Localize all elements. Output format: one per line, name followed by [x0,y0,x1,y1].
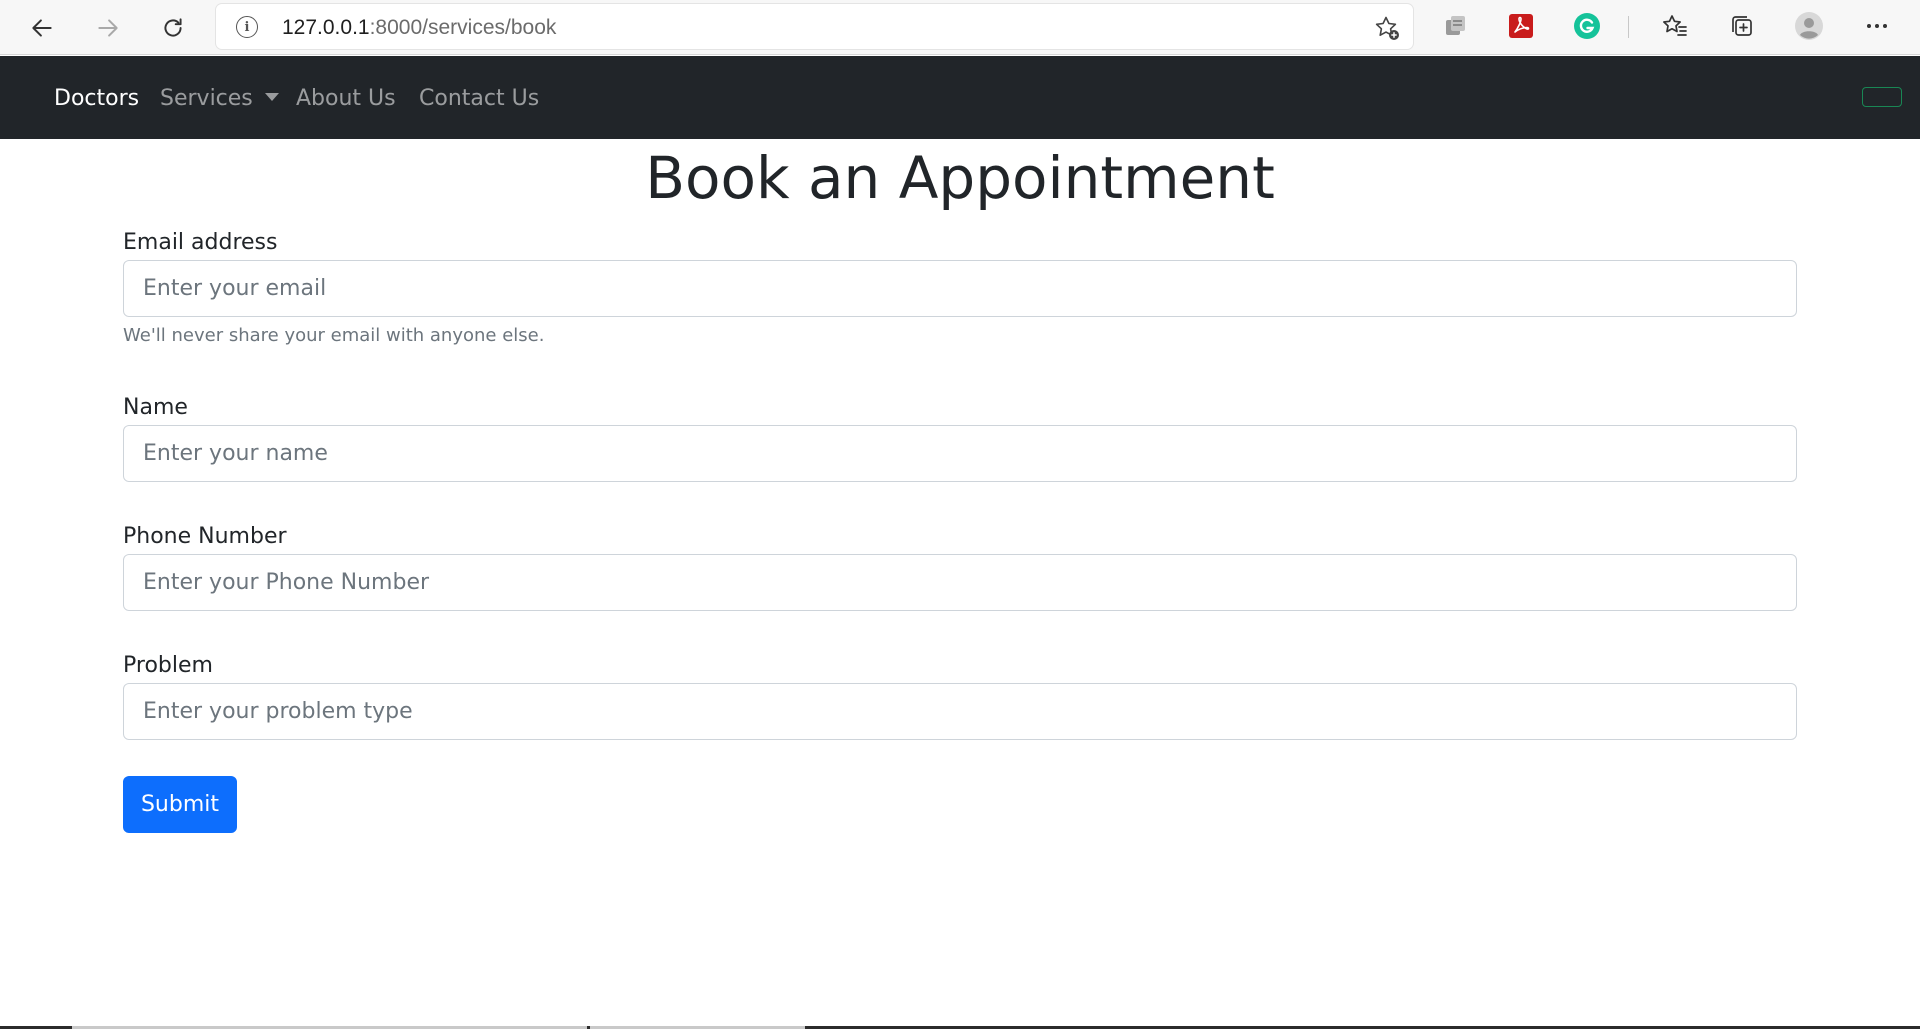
email-help-text: We'll never share your email with anyone… [123,325,545,346]
favorites-list-icon [1663,15,1687,36]
phone-label: Phone Number [123,524,287,549]
reload-icon [164,18,182,37]
email-label: Email address [123,230,278,255]
caret-down-icon [264,93,279,101]
back-button[interactable] [24,10,60,46]
star-plus-icon[interactable] [1373,14,1401,42]
grammarly-extension-button[interactable] [1573,12,1601,40]
name-label: Name [123,395,188,420]
collections-icon [1732,16,1752,36]
favorites-button[interactable] [1661,12,1689,40]
url-host: 127.0.0.1 [282,16,370,39]
address-bar[interactable]: i 127.0.0.1:8000/services/book [216,4,1413,49]
nav-services-dropdown[interactable]: Services [160,86,279,111]
info-icon[interactable]: i [236,16,258,38]
url-path: :8000/services/book [369,16,557,39]
profile-button[interactable] [1795,12,1823,40]
email-field[interactable] [123,260,1797,317]
forward-button[interactable] [90,10,126,46]
more-options-icon [1867,24,1887,28]
pdf-extension-button[interactable] [1507,12,1535,40]
nav-contact-us[interactable]: Contact Us [419,86,539,111]
submit-button[interactable]: Submit [123,776,237,833]
nav-brand-doctors[interactable]: Doctors [54,86,139,111]
reload-button[interactable] [155,10,191,46]
url-text[interactable]: 127.0.0.1:8000/services/book [282,16,556,40]
nav-about-us[interactable]: About Us [296,86,396,111]
problem-field[interactable] [123,683,1797,740]
extension-icon [1446,16,1465,35]
grammarly-icon [1574,13,1600,39]
arrow-right-icon [98,19,118,37]
profile-avatar-icon [1795,12,1823,40]
arrow-left-icon [32,19,52,37]
navbar-outline-button[interactable] [1862,87,1902,107]
extension-button[interactable] [1441,12,1469,40]
site-navbar: Doctors Services About Us Contact Us [0,56,1920,139]
page-title: Book an Appointment [645,144,1275,212]
more-options-button[interactable] [1863,12,1891,40]
browser-toolbar: i 127.0.0.1:8000/services/book [0,0,1920,55]
problem-label: Problem [123,653,213,678]
nav-services-label: Services [160,86,253,111]
collections-button[interactable] [1727,12,1755,40]
toolbar-separator [1628,16,1629,38]
adobe-pdf-icon [1509,14,1533,38]
name-field[interactable] [123,425,1797,482]
phone-field[interactable] [123,554,1797,611]
